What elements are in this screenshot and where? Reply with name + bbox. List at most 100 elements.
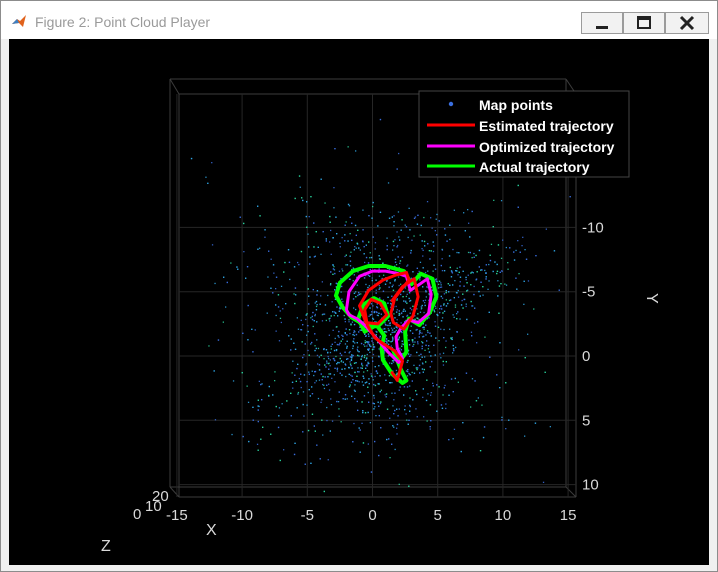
map-point	[383, 274, 385, 276]
map-point	[393, 413, 395, 415]
map-point	[355, 291, 357, 293]
map-point	[334, 367, 336, 369]
map-point	[279, 459, 281, 462]
map-point	[409, 307, 412, 309]
map-point	[386, 280, 388, 282]
map-point	[353, 330, 355, 332]
map-point	[302, 356, 304, 359]
map-point	[359, 249, 361, 251]
map-point	[452, 344, 454, 347]
map-point	[308, 389, 310, 391]
maximize-button[interactable]	[623, 12, 665, 34]
map-point	[467, 209, 469, 211]
map-point	[302, 391, 305, 393]
map-point	[392, 289, 395, 291]
map-point	[397, 415, 399, 417]
map-point	[419, 279, 421, 281]
map-point	[356, 284, 358, 286]
map-point	[569, 196, 571, 198]
map-point	[469, 251, 471, 254]
map-point	[421, 368, 424, 370]
map-point	[387, 182, 390, 184]
map-point	[390, 341, 392, 343]
map-point	[332, 273, 334, 275]
map-point	[416, 328, 418, 331]
map-point	[292, 387, 294, 389]
map-point	[377, 383, 379, 385]
map-point	[304, 343, 306, 345]
map-point	[296, 367, 298, 370]
map-point	[376, 307, 379, 309]
map-point	[455, 292, 458, 294]
map-point	[489, 259, 492, 262]
map-point	[214, 282, 216, 285]
map-point	[413, 235, 415, 237]
map-point	[365, 256, 368, 259]
map-point	[399, 239, 401, 241]
map-point	[445, 407, 447, 410]
close-button[interactable]	[665, 12, 709, 34]
map-point	[367, 343, 369, 345]
figure-canvas[interactable]: -15 -10 -5 0 5 10 15 -10 -5 0 5 10 20 10 0 X Y Z M…	[9, 39, 709, 565]
map-point	[445, 299, 447, 301]
map-point	[318, 364, 321, 366]
map-point	[425, 399, 428, 402]
map-point	[223, 276, 225, 278]
map-point	[349, 361, 351, 363]
map-point	[423, 311, 425, 314]
map-point	[379, 297, 381, 299]
map-point	[458, 271, 460, 273]
map-point	[344, 255, 346, 258]
map-point	[497, 295, 499, 297]
map-point	[352, 340, 354, 342]
map-point	[347, 240, 349, 242]
map-point	[364, 412, 367, 414]
map-point	[306, 201, 308, 203]
map-point	[433, 311, 436, 313]
map-point	[362, 375, 364, 377]
map-point	[376, 314, 379, 316]
map-point	[329, 221, 331, 223]
map-point	[401, 312, 403, 314]
map-point	[315, 231, 317, 233]
map-point	[498, 285, 501, 287]
map-point	[327, 363, 330, 365]
map-point	[330, 398, 332, 400]
map-point	[382, 262, 384, 264]
map-point	[366, 345, 368, 347]
map-point	[428, 250, 431, 252]
map-point	[272, 292, 274, 294]
map-point	[424, 271, 427, 274]
map-point	[415, 367, 418, 369]
map-point	[214, 419, 217, 421]
map-point	[305, 364, 307, 366]
map-point	[396, 309, 398, 311]
map-point	[414, 216, 417, 218]
map-point	[395, 369, 398, 372]
map-point	[433, 245, 435, 247]
legend[interactable]: Map points Estimated trajectory Optimize…	[418, 90, 630, 178]
map-point	[469, 236, 471, 238]
map-point	[401, 345, 403, 347]
map-point	[479, 450, 482, 452]
map-point	[275, 304, 277, 306]
minimize-button[interactable]	[581, 12, 623, 34]
map-point	[300, 329, 302, 331]
map-point	[370, 345, 372, 348]
map-point	[323, 313, 326, 315]
map-point	[318, 379, 321, 381]
map-point	[348, 386, 351, 388]
map-point	[439, 311, 441, 314]
map-point	[473, 256, 475, 258]
map-point	[342, 398, 344, 400]
map-point	[399, 347, 401, 349]
map-point	[369, 257, 371, 259]
map-point	[314, 315, 316, 317]
map-point	[353, 292, 356, 294]
title-bar[interactable]: Figure 2: Point Cloud Player	[1, 1, 717, 39]
point-cloud-plot[interactable]: -15 -10 -5 0 5 10 15 -10 -5 0 5 10 20 10 0 X Y Z M…	[9, 39, 709, 565]
map-point	[389, 282, 391, 284]
map-point	[378, 348, 380, 350]
map-point	[257, 205, 259, 207]
map-point	[448, 439, 450, 441]
